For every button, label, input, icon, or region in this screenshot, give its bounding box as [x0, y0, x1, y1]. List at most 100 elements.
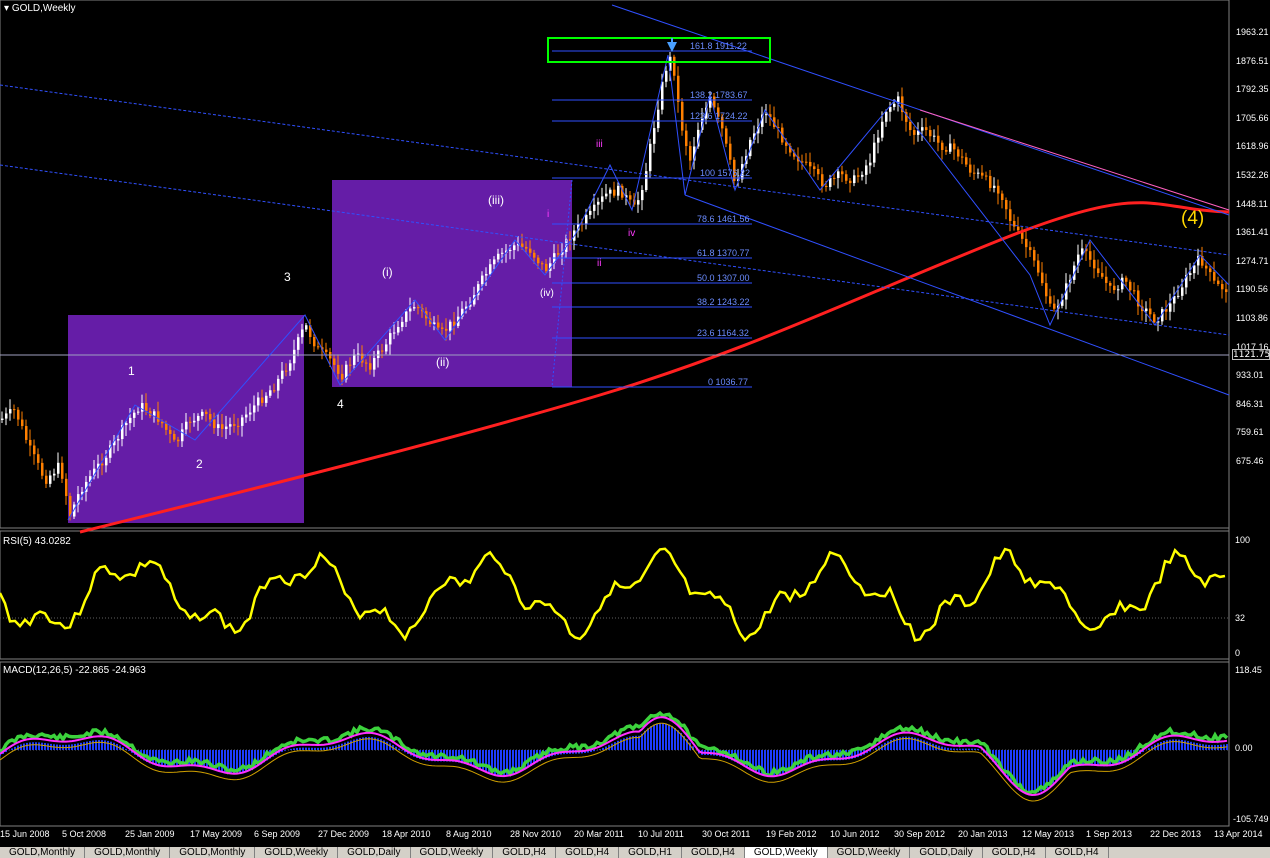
candle-body — [853, 175, 856, 184]
dropdown-icon[interactable]: ▾ — [4, 3, 9, 14]
candle-body — [681, 101, 684, 131]
candle-body — [657, 109, 660, 129]
candle-body — [1017, 226, 1020, 231]
chart-tab[interactable]: GOLD,H4 — [682, 847, 745, 858]
candle-body — [805, 161, 808, 163]
candle-body — [661, 81, 664, 110]
chart-tab[interactable]: GOLD,Daily — [910, 847, 983, 858]
candle-body — [141, 403, 144, 412]
candle-body — [213, 419, 216, 429]
trendline-channel-bottom — [684, 194, 1230, 396]
macd-label: MACD(12,26,5) -22.865 -24.963 — [3, 665, 146, 676]
chart-title: ▾ GOLD,Weekly — [4, 3, 76, 14]
candle-body — [225, 426, 228, 429]
candle-body — [597, 201, 600, 205]
candle-body — [817, 169, 820, 175]
candle-body — [1037, 260, 1040, 273]
chart-tab[interactable]: GOLD,Monthly — [0, 847, 86, 858]
price-axis-label: 846.31 — [1236, 398, 1264, 409]
candle-body — [221, 424, 224, 429]
chart-tab[interactable]: GOLD,H4 — [493, 847, 557, 858]
candle-body — [1101, 273, 1104, 277]
chart-tab[interactable]: GOLD,Monthly — [170, 847, 256, 858]
candle-body — [205, 411, 208, 415]
price-axis-label: 1103.86 — [1236, 313, 1268, 323]
chart-tab[interactable]: GOLD,Weekly — [255, 847, 339, 858]
candle-body — [261, 397, 264, 403]
candle-body — [729, 143, 732, 160]
chart-tab[interactable]: GOLD,H4 — [1046, 847, 1109, 858]
candle-body — [29, 439, 32, 446]
candle-body — [821, 174, 824, 187]
candle-body — [1, 418, 4, 420]
date-axis-label: 10 Jun 2012 — [830, 829, 880, 839]
candle-body — [1153, 314, 1156, 323]
candle-body — [1169, 303, 1172, 312]
macd-signal-line — [0, 716, 1228, 797]
candle-body — [965, 157, 968, 165]
candle-body — [197, 415, 200, 421]
candle-body — [493, 259, 496, 265]
chart-tab[interactable]: GOLD,Weekly — [828, 847, 911, 858]
candle-body — [265, 395, 268, 403]
candle-body — [277, 378, 280, 391]
chart-tab[interactable]: GOLD,Weekly — [411, 847, 494, 858]
fib-level-label: 38.2 1243.22 — [697, 297, 750, 307]
candle-body — [617, 185, 620, 196]
candle-body — [417, 307, 420, 309]
candle-body — [809, 161, 812, 167]
price-axis-label: 675.46 — [1236, 456, 1264, 466]
candle-body — [885, 111, 888, 122]
candle-body — [637, 200, 640, 205]
candle-body — [57, 462, 60, 474]
candle-body — [869, 162, 872, 166]
chart-canvas[interactable] — [0, 0, 1270, 858]
candle-body — [1093, 259, 1096, 269]
chart-tab[interactable]: GOLD,Monthly — [85, 847, 171, 858]
date-axis-label: 20 Jan 2013 — [958, 829, 1008, 839]
date-axis-label: 25 Jan 2009 — [125, 829, 175, 839]
candle-body — [909, 121, 912, 131]
candle-body — [937, 135, 940, 143]
candle-body — [285, 370, 288, 372]
chart-tab[interactable]: GOLD,H1 — [619, 847, 682, 858]
price-axis-label: 1792.35 — [1236, 84, 1269, 95]
chart-tab[interactable]: GOLD,Weekly — [744, 847, 828, 858]
candle-body — [209, 414, 212, 420]
candle-body — [673, 56, 676, 76]
candle-body — [61, 462, 64, 479]
candle-body — [1217, 280, 1220, 285]
candle-body — [653, 128, 656, 144]
candle-body — [297, 337, 300, 350]
candle-body — [1109, 282, 1112, 286]
candle-body — [437, 322, 440, 328]
candle-body — [1025, 238, 1028, 248]
candle-body — [245, 414, 248, 418]
subwave-label-iv: iv — [628, 228, 636, 239]
candle-body — [893, 103, 896, 107]
current-price-label: 1121.75 — [1232, 349, 1270, 360]
candle-body — [1113, 285, 1116, 291]
candle-body — [185, 421, 188, 430]
chart-tab[interactable]: GOLD,H4 — [983, 847, 1046, 858]
date-axis-label: 28 Nov 2010 — [510, 829, 562, 839]
candle-body — [837, 171, 840, 178]
rsi-level-100: 100 — [1235, 535, 1251, 545]
candle-body — [961, 156, 964, 158]
candle-body — [857, 175, 860, 177]
fib-level-label: 138.2 1783.67 — [690, 90, 748, 100]
candle-body — [481, 275, 484, 285]
chart-tab[interactable]: GOLD,H4 — [556, 847, 620, 858]
candle-body — [289, 363, 292, 371]
candle-body — [953, 143, 956, 150]
candle-body — [1189, 273, 1192, 276]
chart-tab[interactable]: GOLD,Daily — [338, 847, 411, 858]
candle-body — [1053, 303, 1056, 309]
price-axis-label: 1618.96 — [1236, 141, 1269, 152]
candle-body — [485, 273, 488, 276]
candle-body — [1225, 289, 1228, 293]
rsi-line — [0, 547, 1226, 643]
candle-body — [525, 246, 528, 249]
candle-body — [257, 397, 260, 406]
candle-body — [613, 189, 616, 196]
